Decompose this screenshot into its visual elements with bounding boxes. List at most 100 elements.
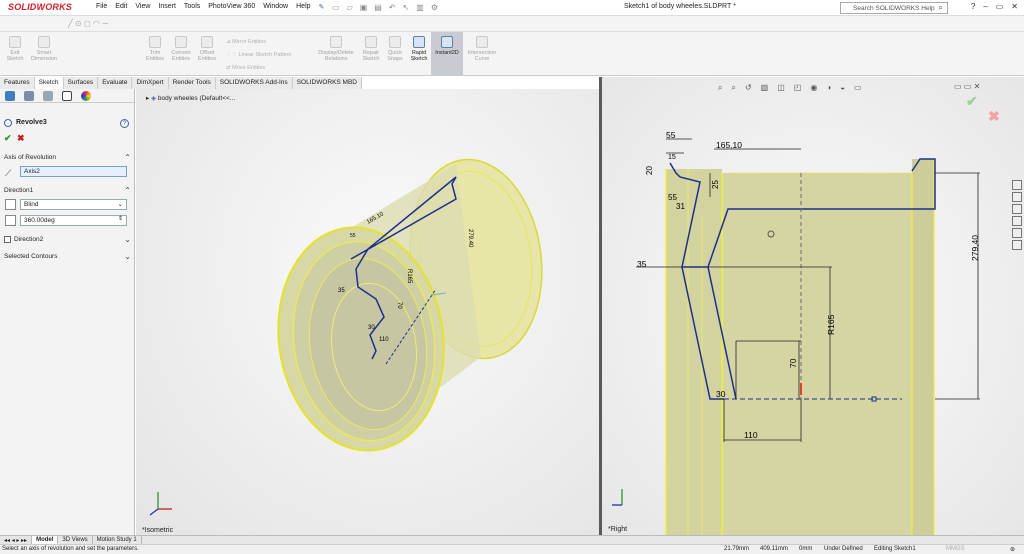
right-dim-r165[interactable]: R165	[826, 314, 836, 335]
resources-icon[interactable]	[1012, 180, 1022, 190]
chevron-down-icon[interactable]: ⌄	[124, 252, 131, 261]
direction2-header[interactable]: Direction2 ⌄	[14, 235, 131, 244]
convert-entities-button[interactable]: Convert Entities	[168, 36, 194, 62]
menu-insert[interactable]: Insert	[158, 3, 176, 11]
right-view-model[interactable]: 55 165,10 15 20 25 55 31 279,40 35 R165 …	[602, 77, 1012, 535]
pin-icon[interactable]: ✎	[319, 3, 325, 11]
cancel-button[interactable]: ✖	[17, 133, 25, 144]
file-explorer-icon[interactable]	[1012, 204, 1022, 214]
chevron-up-icon[interactable]: ⌃	[124, 186, 131, 195]
help-question-icon[interactable]: ?	[971, 2, 975, 11]
appearances-icon[interactable]	[1012, 228, 1022, 238]
select-icon[interactable]: ↖	[403, 3, 410, 12]
status-help-icon[interactable]: ⊛	[1010, 546, 1015, 553]
tab-features[interactable]: Features	[0, 77, 35, 89]
iso-dim-70[interactable]: 70	[396, 302, 402, 309]
exit-sketch-button[interactable]: Exit Sketch	[3, 36, 27, 62]
menu-photoview[interactable]: PhotoView 360	[208, 3, 255, 11]
isometric-model[interactable]: 279.40 165.10 R165 70 35 30 110 55	[136, 89, 599, 535]
mirror-entities-button[interactable]: ⊿ Mirror Entities	[226, 39, 266, 45]
custom-properties-icon[interactable]	[1012, 240, 1022, 250]
right-dim-165[interactable]: 165,10	[716, 140, 742, 150]
right-viewport[interactable]: ⌕ ⌕ ↺ ▧ ◫ ◰ ◉ ◑ ◒ ▭ ▭ ▭ ✕ ✔ ✖ 55 165,10 …	[602, 77, 1024, 535]
iso-dim-55[interactable]: 55	[350, 233, 356, 239]
repair-sketch-button[interactable]: Repair Sketch	[360, 36, 382, 62]
instant2d-button[interactable]: Instant2D	[433, 36, 461, 56]
right-dim-20[interactable]: 20	[645, 166, 654, 175]
right-dim-15[interactable]: 15	[668, 154, 676, 161]
undo-icon[interactable]: ↶	[389, 3, 396, 12]
right-dim-55[interactable]: 55	[666, 130, 676, 140]
axis-section-header[interactable]: Axis of Revolution ⌃	[4, 153, 131, 162]
spin-arrows-icon[interactable]: ⇕	[118, 215, 123, 222]
tab-nav-arrows[interactable]: ◂◂ ◂ ▸ ▸▸	[0, 536, 33, 544]
design-library-icon[interactable]	[1012, 192, 1022, 202]
open-file-icon[interactable]: ▱	[347, 3, 353, 12]
tab-sketch[interactable]: Sketch	[34, 77, 64, 89]
close-button[interactable]: ✕	[1011, 2, 1018, 11]
new-file-icon[interactable]: ▭	[332, 3, 340, 12]
menu-tools[interactable]: Tools	[184, 3, 200, 11]
ok-button[interactable]: ✔	[4, 133, 12, 144]
right-dim-25[interactable]: 25	[711, 180, 720, 189]
iso-dim-r165[interactable]: R165	[406, 269, 412, 284]
menu-edit[interactable]: Edit	[115, 3, 127, 11]
quick-snaps-button[interactable]: Quick Snaps	[384, 36, 406, 62]
help-icon[interactable]: ?	[120, 119, 129, 128]
tab-model[interactable]: Model	[32, 536, 59, 544]
tab-surfaces[interactable]: Surfaces	[63, 77, 99, 89]
right-dim-30[interactable]: 30	[716, 389, 726, 399]
feature-tree-icon[interactable]	[5, 91, 15, 101]
right-dim-110[interactable]: 110	[744, 430, 758, 440]
options-gear-icon[interactable]: ⚙	[431, 3, 438, 12]
reverse-direction-icon[interactable]	[5, 199, 16, 210]
right-dim-70[interactable]: 70	[788, 358, 798, 368]
search-icon[interactable]: ⌕	[939, 3, 943, 13]
iso-dim-30[interactable]: 30	[368, 325, 375, 331]
direction2-checkbox[interactable]	[4, 236, 11, 243]
linear-pattern-button[interactable]: ⋮⋮ Linear Sketch Pattern	[226, 52, 291, 58]
tab-dimxpert[interactable]: DimXpert	[132, 77, 169, 89]
tab-3d-views[interactable]: 3D Views	[58, 536, 93, 544]
menu-help[interactable]: Help	[296, 3, 310, 11]
minimize-button[interactable]: –	[983, 2, 987, 11]
property-manager-icon[interactable]	[24, 91, 34, 101]
right-dim-279[interactable]: 279,40	[970, 235, 980, 261]
line-tool-icon[interactable]: ╱ ⊙ ◻ ◠ ∼	[68, 19, 109, 28]
trim-entities-button[interactable]: Trim Entities	[143, 36, 167, 62]
angle-field[interactable]: 360.00deg ⇕	[20, 215, 127, 226]
isometric-viewport[interactable]: ▸ ◈ body wheeles (Default<<... 279.40 16…	[136, 89, 599, 535]
selected-contours-header[interactable]: Selected Contours ⌄	[4, 252, 131, 261]
status-units[interactable]: MMGS	[946, 546, 965, 552]
axis-field[interactable]: Axis2	[20, 166, 127, 177]
iso-dim-35[interactable]: 35	[338, 288, 345, 294]
right-dim-31[interactable]: 31	[676, 202, 685, 211]
display-manager-icon[interactable]	[81, 91, 91, 101]
menu-file[interactable]: File	[96, 3, 107, 11]
intersection-curve-button[interactable]: Intersection Curve	[464, 36, 500, 62]
menu-view[interactable]: View	[135, 3, 150, 11]
right-dim-35[interactable]: 35	[637, 259, 647, 269]
tab-addins[interactable]: SOLIDWORKS Add-Ins	[215, 77, 293, 89]
right-dim-55b[interactable]: 55	[668, 193, 677, 202]
direction1-header[interactable]: Direction1 ⌃	[4, 186, 131, 195]
save-icon[interactable]: ▣	[360, 3, 368, 12]
rapid-sketch-button[interactable]: Rapid Sketch	[407, 36, 431, 62]
print-icon[interactable]: ▤	[374, 3, 382, 12]
config-manager-icon[interactable]	[43, 91, 53, 101]
dimxpert-icon[interactable]	[62, 91, 72, 101]
iso-dim-110[interactable]: 110	[379, 337, 389, 343]
tab-motion-study[interactable]: Motion Study 1	[93, 536, 142, 544]
tab-mbd[interactable]: SOLIDWORKS MBD	[292, 77, 362, 89]
offset-entities-button[interactable]: Offset Entities	[195, 36, 219, 62]
end-condition-select[interactable]: Blind ⌄	[20, 199, 127, 210]
iso-dim-279[interactable]: 279.40	[467, 229, 473, 248]
smart-dimension-button[interactable]: Smart Dimension	[30, 36, 58, 62]
chevron-down-icon[interactable]: ⌄	[124, 235, 131, 244]
restore-button[interactable]: ▭	[996, 2, 1004, 11]
search-input[interactable]: Search SOLIDWORKS Help ⌕	[840, 2, 948, 14]
tab-evaluate[interactable]: Evaluate	[98, 77, 133, 89]
rebuild-icon[interactable]: ▥	[416, 3, 424, 12]
chevron-up-icon[interactable]: ⌃	[124, 153, 131, 162]
tab-render-tools[interactable]: Render Tools	[168, 77, 216, 89]
